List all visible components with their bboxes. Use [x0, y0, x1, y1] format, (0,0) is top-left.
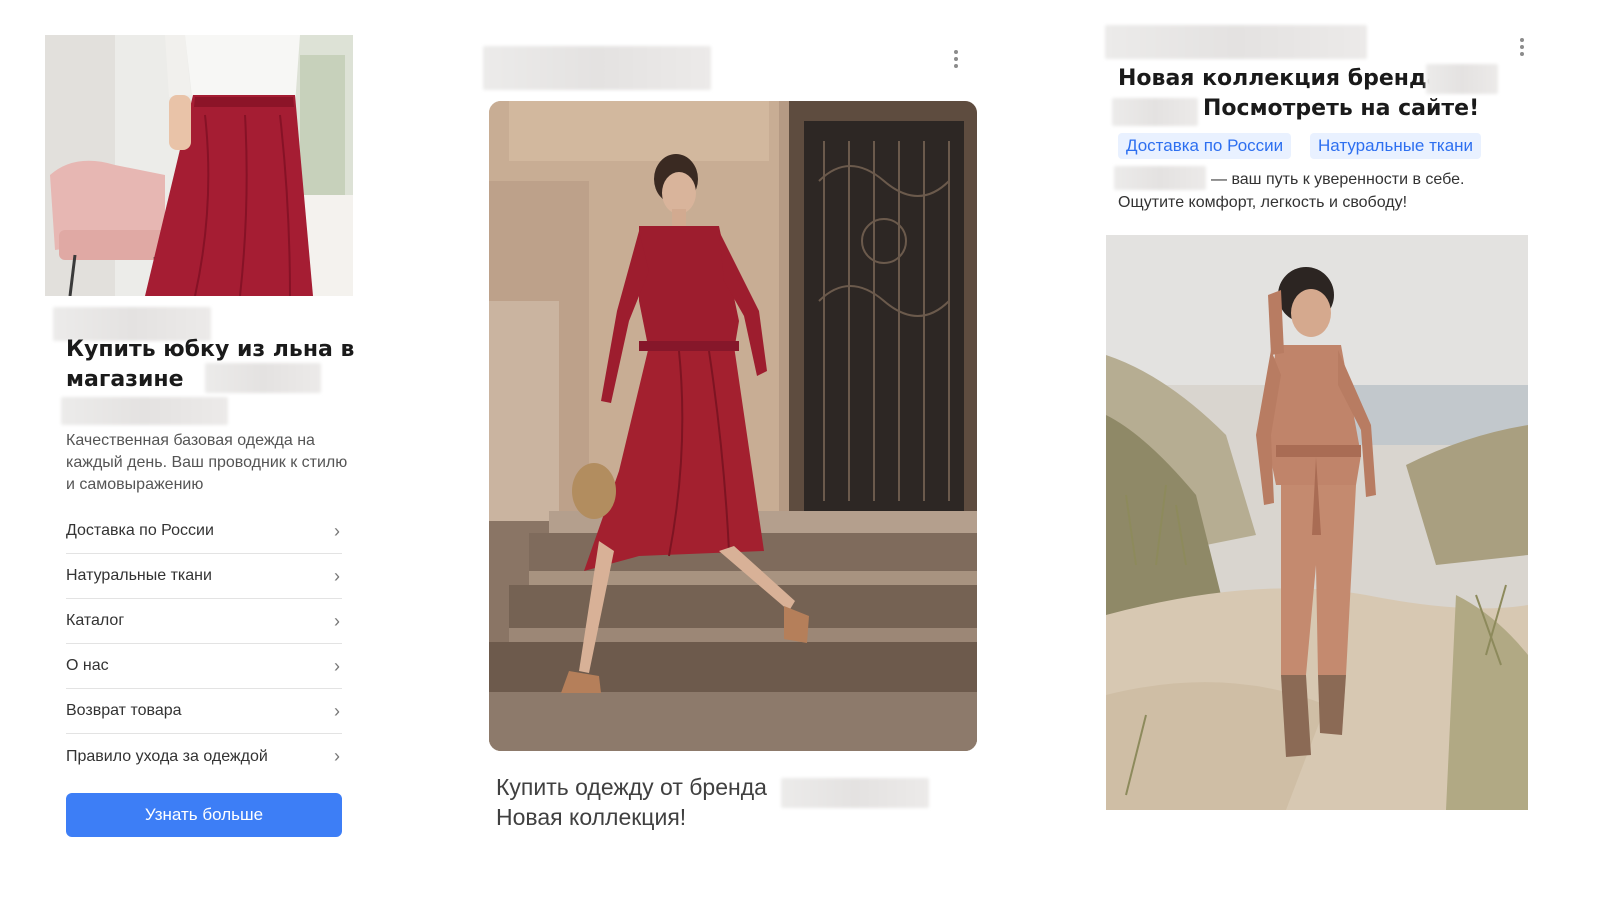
- chevron-right-icon: ›: [334, 700, 340, 721]
- chevron-right-icon: ›: [334, 610, 340, 631]
- redacted-domain: [1105, 25, 1367, 59]
- chevron-right-icon: ›: [334, 655, 340, 676]
- redacted-brand-name-line: [1112, 98, 1198, 126]
- sitelink-label: О нас: [66, 657, 109, 674]
- sitelink-label: Доставка по России: [66, 522, 214, 539]
- sitelink-returns[interactable]: Возврат товара ›: [66, 689, 342, 734]
- sitelink-label: Натуральные ткани: [66, 567, 212, 584]
- redacted-brand-name: [781, 778, 929, 808]
- redacted-brand-name: [1426, 64, 1498, 94]
- desc-line-2: Ощутите комфорт, легкость и свободу!: [1118, 194, 1408, 211]
- learn-more-button[interactable]: Узнать больше: [66, 793, 342, 837]
- sitelink-label: Каталог: [66, 612, 125, 629]
- redacted-domain: [483, 46, 711, 90]
- more-vertical-icon[interactable]: [1519, 38, 1525, 59]
- sitelink-label: Возврат товара: [66, 702, 182, 719]
- ad-description: Качественная базовая одежда на каждый де…: [66, 432, 348, 493]
- redacted-store-name: [205, 363, 321, 393]
- dress-product-photo[interactable]: [489, 101, 977, 751]
- chip-delivery[interactable]: Доставка по России: [1118, 133, 1292, 159]
- jumpsuit-product-photo[interactable]: [1106, 235, 1528, 810]
- sitelink-care-rules[interactable]: Правило ухода за одеждой ›: [66, 734, 342, 779]
- sitelink-about[interactable]: О нас ›: [66, 644, 342, 689]
- sitelinks-list: Доставка по России › Натуральные ткани ›…: [66, 509, 342, 779]
- chevron-right-icon: ›: [334, 520, 340, 541]
- chevron-right-icon: ›: [334, 565, 340, 586]
- skirt-product-photo[interactable]: [45, 35, 353, 296]
- sitelink-label: Правило ухода за одеждой: [66, 747, 268, 765]
- redacted-brand-name: [1114, 166, 1206, 190]
- chip-natural-fabrics[interactable]: Натуральные ткани: [1310, 133, 1482, 159]
- sitelink-catalog[interactable]: Каталог ›: [66, 599, 342, 644]
- chevron-right-icon: ›: [334, 746, 340, 766]
- more-vertical-icon[interactable]: [953, 50, 959, 71]
- sitelink-natural-fabrics[interactable]: Натуральные ткани ›: [66, 554, 342, 599]
- redacted-store-name-line: [61, 397, 228, 425]
- sitelink-delivery[interactable]: Доставка по России ›: [66, 509, 342, 554]
